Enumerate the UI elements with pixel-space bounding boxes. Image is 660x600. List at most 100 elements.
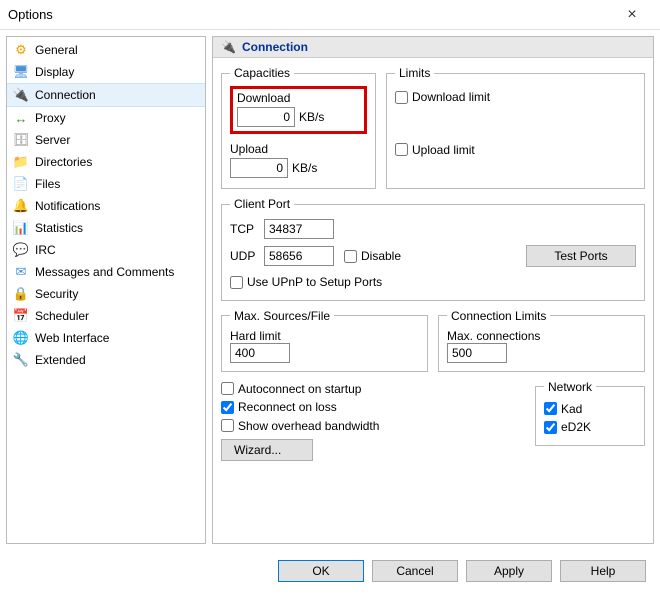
upload-limit-checkbox[interactable]: Upload limit [395, 143, 475, 157]
window-title: Options [8, 7, 612, 22]
scheduler-icon: 📅 [13, 308, 29, 324]
upload-input[interactable] [230, 158, 288, 178]
statistics-icon: 📊 [13, 220, 29, 236]
autoconnect-checkbox[interactable]: Autoconnect on startup [221, 382, 361, 396]
client-port-legend: Client Port [230, 197, 294, 211]
upload-label: Upload [230, 142, 367, 156]
sidebar-item-label: Notifications [35, 199, 100, 213]
sidebar-item-web-interface[interactable]: 🌐 Web Interface [7, 327, 205, 349]
disable-udp-checkbox[interactable]: Disable [344, 249, 401, 263]
sidebar-item-irc[interactable]: 💬 IRC [7, 239, 205, 261]
reconnect-checkbox[interactable]: Reconnect on loss [221, 400, 337, 414]
test-ports-button[interactable]: Test Ports [526, 245, 636, 267]
client-port-group: Client Port TCP UDP Disable Test Ports [221, 197, 645, 301]
limits-group: Limits Download limit Upload limit [386, 66, 645, 189]
autoconnect-input[interactable] [221, 382, 234, 395]
tcp-input[interactable] [264, 219, 334, 239]
ed2k-checkbox[interactable]: eD2K [544, 420, 591, 434]
security-icon: 🔒 [13, 286, 29, 302]
sidebar-item-extended[interactable]: 🔧 Extended [7, 349, 205, 371]
sidebar-item-label: Web Interface [35, 331, 109, 345]
irc-icon: 💬 [13, 242, 29, 258]
sidebar-item-label: Statistics [35, 221, 83, 235]
max-conn-input[interactable] [447, 343, 507, 363]
sidebar-item-directories[interactable]: 📁 Directories [7, 151, 205, 173]
section-header: 🔌 Connection [213, 37, 653, 58]
kad-input[interactable] [544, 402, 557, 415]
ed2k-input[interactable] [544, 421, 557, 434]
sidebar-item-proxy[interactable]: ↔Proxy [7, 107, 205, 129]
udp-input[interactable] [264, 246, 334, 266]
footer: OK Cancel Apply Help [0, 550, 660, 592]
directories-icon: 📁 [13, 154, 29, 170]
sidebar-item-general[interactable]: ⚙General [7, 39, 205, 61]
download-unit: KB/s [299, 110, 324, 124]
main-body: Capacities Download KB/s Upload KB/s [213, 58, 653, 543]
plug-icon: 🔌 [221, 40, 236, 54]
sidebar-item-statistics[interactable]: 📊 Statistics [7, 217, 205, 239]
sidebar-item-server[interactable]: 🗄 Server [7, 129, 205, 151]
server-icon: 🗄 [13, 132, 29, 148]
overhead-input[interactable] [221, 419, 234, 432]
titlebar: Options × [0, 0, 660, 30]
sidebar-item-label: General [35, 43, 78, 57]
files-icon: 📄 [13, 176, 29, 192]
download-limit-checkbox[interactable]: Download limit [395, 90, 490, 104]
capacities-legend: Capacities [230, 66, 294, 80]
notifications-icon: 🔔 [13, 198, 29, 214]
hard-limit-input[interactable] [230, 343, 290, 363]
cancel-button[interactable]: Cancel [372, 560, 458, 582]
max-sources-group: Max. Sources/File Hard limit [221, 309, 428, 372]
messages-and-comments-icon: ✉ [13, 264, 29, 280]
network-group: Network Kad eD2K [535, 380, 645, 446]
close-icon[interactable]: × [612, 6, 652, 24]
sidebar-item-connection[interactable]: 🔌Connection [7, 83, 205, 107]
limits-legend: Limits [395, 66, 434, 80]
conn-limits-legend: Connection Limits [447, 309, 550, 323]
sidebar-item-security[interactable]: 🔒 Security [7, 283, 205, 305]
overhead-checkbox[interactable]: Show overhead bandwidth [221, 419, 379, 433]
upload-limit-input[interactable] [395, 143, 408, 156]
display-icon: 🖥 [13, 64, 29, 80]
sidebar-item-label: Directories [35, 155, 92, 169]
sidebar-item-label: Messages and Comments [35, 265, 174, 279]
wizard-button[interactable]: Wizard... [221, 439, 313, 461]
download-label: Download [237, 91, 360, 105]
download-limit-input[interactable] [395, 91, 408, 104]
sidebar-item-files[interactable]: 📄Files [7, 173, 205, 195]
udp-label: UDP [230, 249, 260, 263]
tcp-label: TCP [230, 222, 260, 236]
hard-limit-label: Hard limit [230, 329, 419, 343]
sidebar-item-display[interactable]: 🖥 Display [7, 61, 205, 83]
apply-button[interactable]: Apply [466, 560, 552, 582]
content: ⚙General🖥Display🔌Connection↔Proxy🗄Server… [0, 30, 660, 550]
main-panel: 🔌 Connection Capacities Download KB/s Up… [212, 36, 654, 544]
reconnect-input[interactable] [221, 401, 234, 414]
sidebar-item-label: Extended [35, 353, 86, 367]
disable-udp-input[interactable] [344, 250, 357, 263]
proxy-icon: ↔ [13, 110, 29, 126]
sidebar-item-label: Display [35, 65, 74, 79]
max-sources-legend: Max. Sources/File [230, 309, 334, 323]
sidebar-item-messages-and-comments[interactable]: ✉ Messages and Comments [7, 261, 205, 283]
section-title: Connection [242, 40, 308, 54]
capacities-group: Capacities Download KB/s Upload KB/s [221, 66, 376, 189]
sidebar-item-notifications[interactable]: 🔔 Notifications [7, 195, 205, 217]
kad-checkbox[interactable]: Kad [544, 402, 582, 416]
sidebar-item-scheduler[interactable]: 📅Scheduler [7, 305, 205, 327]
extended-icon: 🔧 [13, 352, 29, 368]
upnp-checkbox[interactable]: Use UPnP to Setup Ports [230, 275, 382, 289]
upnp-input[interactable] [230, 276, 243, 289]
max-conn-label: Max. connections [447, 329, 636, 343]
sidebar-item-label: Security [35, 287, 78, 301]
conn-limits-group: Connection Limits Max. connections [438, 309, 645, 372]
sidebar-item-label: Connection [35, 88, 96, 102]
network-legend: Network [544, 380, 596, 394]
ok-button[interactable]: OK [278, 560, 364, 582]
web-interface-icon: 🌐 [13, 330, 29, 346]
sidebar-item-label: Server [35, 133, 70, 147]
download-input[interactable] [237, 107, 295, 127]
help-button[interactable]: Help [560, 560, 646, 582]
sidebar-item-label: IRC [35, 243, 56, 257]
download-highlight: Download KB/s [230, 86, 367, 134]
